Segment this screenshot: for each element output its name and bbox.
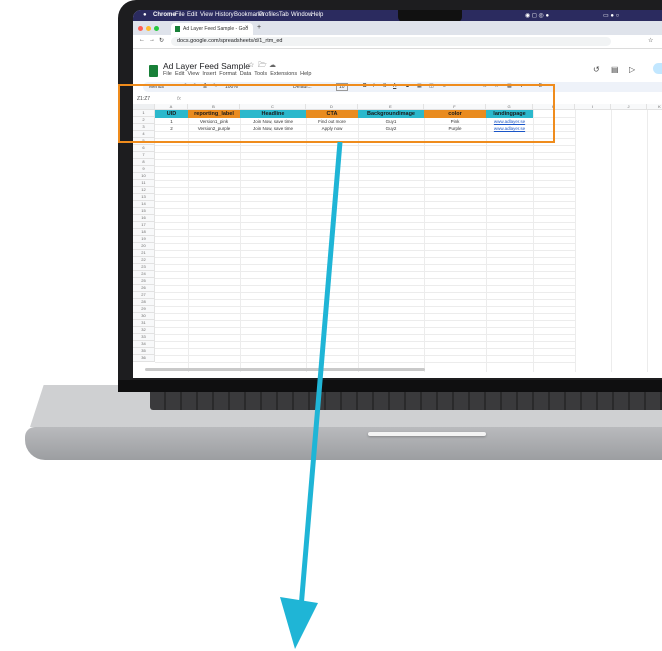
arrow-shaft bbox=[298, 141, 343, 609]
arrow-overlay bbox=[280, 141, 343, 649]
arrow-down-icon bbox=[280, 597, 318, 649]
